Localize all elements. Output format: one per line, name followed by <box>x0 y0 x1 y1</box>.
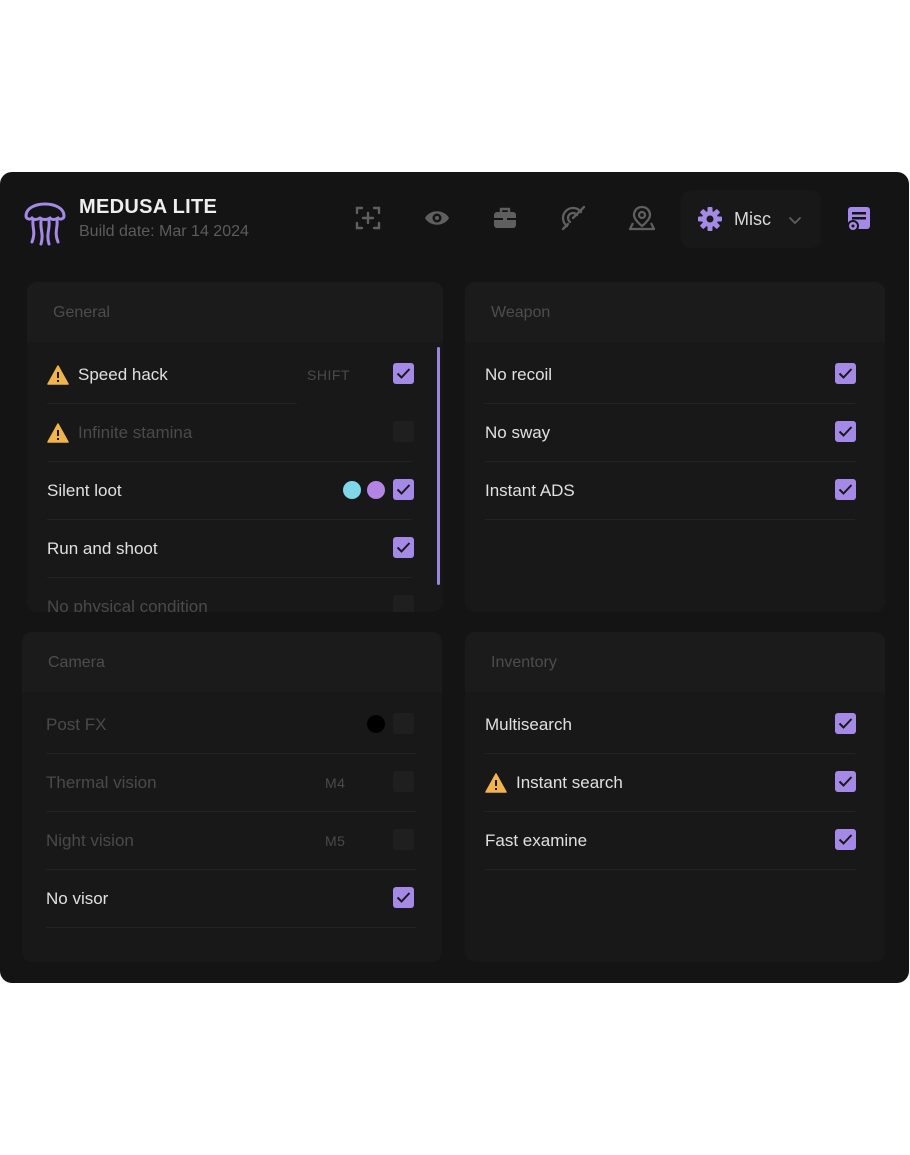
app-window: MEDUSA LITE Build date: Mar 14 2024 Misc… <box>0 172 909 983</box>
checkbox[interactable] <box>835 771 856 792</box>
panel-general: General Speed hack SHIFT Infinite stamin… <box>27 282 443 612</box>
option-label: Multisearch <box>485 715 572 734</box>
option-label: Silent loot <box>47 481 122 500</box>
panel-camera: Camera Post FX Thermal vision M4 Night v… <box>22 632 442 962</box>
checkbox[interactable] <box>835 421 856 442</box>
scrollbar[interactable] <box>437 347 440 585</box>
option-label: Infinite stamina <box>78 423 193 442</box>
checkbox[interactable] <box>393 363 414 384</box>
list-item: No sway <box>485 404 880 462</box>
hotkey-label[interactable]: M4 <box>325 775 345 791</box>
checkbox[interactable] <box>393 829 414 850</box>
radar-icon[interactable] <box>559 204 587 232</box>
panel-title: Inventory <box>491 654 557 671</box>
option-label: No sway <box>485 423 551 442</box>
option-label: Fast examine <box>485 831 588 850</box>
option-label: Night vision <box>46 831 134 850</box>
divider <box>485 869 855 870</box>
app-title: MEDUSA LITE <box>79 196 218 218</box>
checkbox[interactable] <box>393 771 414 792</box>
list-item: Infinite stamina <box>47 404 437 462</box>
tab-misc-label: Misc <box>734 209 771 229</box>
color-swatch[interactable] <box>367 715 385 733</box>
build-date: Build date: Mar 14 2024 <box>79 223 249 240</box>
panel-inventory: Inventory Multisearch Instant search Fas… <box>465 632 885 962</box>
checkbox[interactable] <box>393 713 414 734</box>
option-label: Run and shoot <box>47 539 158 558</box>
panel-weapon: Weapon No recoil No sway Instant ADS <box>465 282 885 612</box>
option-label: Instant ADS <box>485 481 575 500</box>
divider <box>46 927 416 928</box>
checkbox[interactable] <box>393 479 414 500</box>
list-item: Fast examine <box>485 812 880 870</box>
list-item: Instant search <box>485 754 880 812</box>
option-label: Thermal vision <box>46 773 157 792</box>
list-item: Thermal vision M4 <box>42 754 437 812</box>
checkbox[interactable] <box>393 887 414 908</box>
panel-title: General <box>53 304 110 321</box>
settings-list-icon[interactable] <box>844 204 874 234</box>
checkbox[interactable] <box>393 595 414 612</box>
map-pin-icon[interactable] <box>628 204 656 232</box>
list-item: Multisearch <box>485 696 880 754</box>
checkbox[interactable] <box>835 829 856 850</box>
option-label: No visor <box>46 889 109 908</box>
list-item: Silent loot <box>47 462 437 520</box>
checkbox[interactable] <box>835 363 856 384</box>
jellyfish-logo-icon <box>24 202 66 246</box>
hotkey-label[interactable]: M5 <box>325 833 345 849</box>
header: MEDUSA LITE Build date: Mar 14 2024 Misc <box>0 172 909 272</box>
divider <box>485 519 855 520</box>
option-label: Instant search <box>516 773 623 792</box>
color-swatch[interactable] <box>343 481 361 499</box>
checkbox[interactable] <box>393 537 414 558</box>
list-item: Post FX <box>42 696 437 754</box>
option-label: No recoil <box>485 365 553 384</box>
option-label: Post FX <box>46 715 107 734</box>
list-item: No recoil <box>485 346 880 404</box>
color-swatch[interactable] <box>367 481 385 499</box>
list-item: Run and shoot <box>47 520 437 578</box>
warning-icon <box>47 365 69 385</box>
option-label: Speed hack <box>78 365 168 384</box>
list-item: Speed hack SHIFT <box>47 346 437 404</box>
hotkey-label[interactable]: SHIFT <box>307 367 350 383</box>
chevron-down-icon <box>789 217 801 225</box>
aim-icon[interactable] <box>354 204 382 232</box>
warning-icon <box>485 773 507 793</box>
checkbox[interactable] <box>835 479 856 500</box>
briefcase-icon[interactable] <box>491 204 519 232</box>
tab-misc[interactable]: Misc <box>681 190 821 248</box>
panel-header: Inventory <box>465 632 885 692</box>
eye-icon[interactable] <box>423 204 451 232</box>
option-label: No physical condition <box>47 597 208 612</box>
panel-header: Weapon <box>465 282 885 342</box>
panel-header: General <box>27 282 443 342</box>
list-item: No physical condition <box>47 578 437 612</box>
warning-icon <box>47 423 69 443</box>
panel-header: Camera <box>22 632 442 692</box>
checkbox[interactable] <box>835 713 856 734</box>
list-item: Instant ADS <box>485 462 880 520</box>
panel-title: Weapon <box>491 304 551 321</box>
list-item: No visor <box>42 870 437 928</box>
gear-icon <box>698 207 722 231</box>
checkbox[interactable] <box>393 421 414 442</box>
list-item: Night vision M5 <box>42 812 437 870</box>
panel-title: Camera <box>48 654 105 671</box>
